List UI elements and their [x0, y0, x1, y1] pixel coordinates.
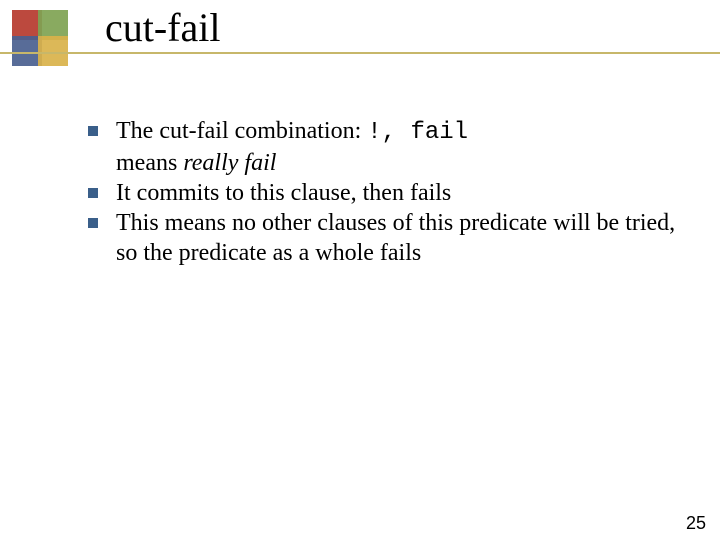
slide-title: cut-fail — [105, 4, 221, 51]
bullet-text: It commits to this clause, then fails — [116, 178, 690, 208]
slide-body: The cut-fail combination: !, fail means … — [88, 116, 690, 268]
list-item: It commits to this clause, then fails — [88, 178, 690, 208]
slide-header: cut-fail — [0, 0, 720, 72]
list-item: The cut-fail combination: !, fail means … — [88, 116, 690, 178]
list-item: This means no other clauses of this pred… — [88, 208, 690, 268]
bullet-text: This means no other clauses of this pred… — [116, 208, 690, 268]
logo-block — [12, 10, 68, 66]
bullet-icon — [88, 218, 98, 228]
bullet-1-code: !, fail — [367, 119, 468, 146]
bullet-2-pre: It commits to this clause, then fails — [116, 180, 451, 206]
bullet-icon — [88, 126, 98, 136]
bullet-text: The cut-fail combination: !, fail means … — [116, 116, 690, 178]
bullet-1-pre: The cut-fail combination: — [116, 118, 367, 144]
page-number: 25 — [686, 513, 706, 534]
bullet-icon — [88, 188, 98, 198]
bullet-3-pre: This means no other clauses of this pred… — [116, 210, 675, 266]
logo-square-yellow — [38, 36, 68, 66]
bullet-1-emph: really fail — [183, 150, 276, 176]
header-rule — [0, 52, 720, 54]
bullet-1-post1: means — [116, 150, 183, 176]
